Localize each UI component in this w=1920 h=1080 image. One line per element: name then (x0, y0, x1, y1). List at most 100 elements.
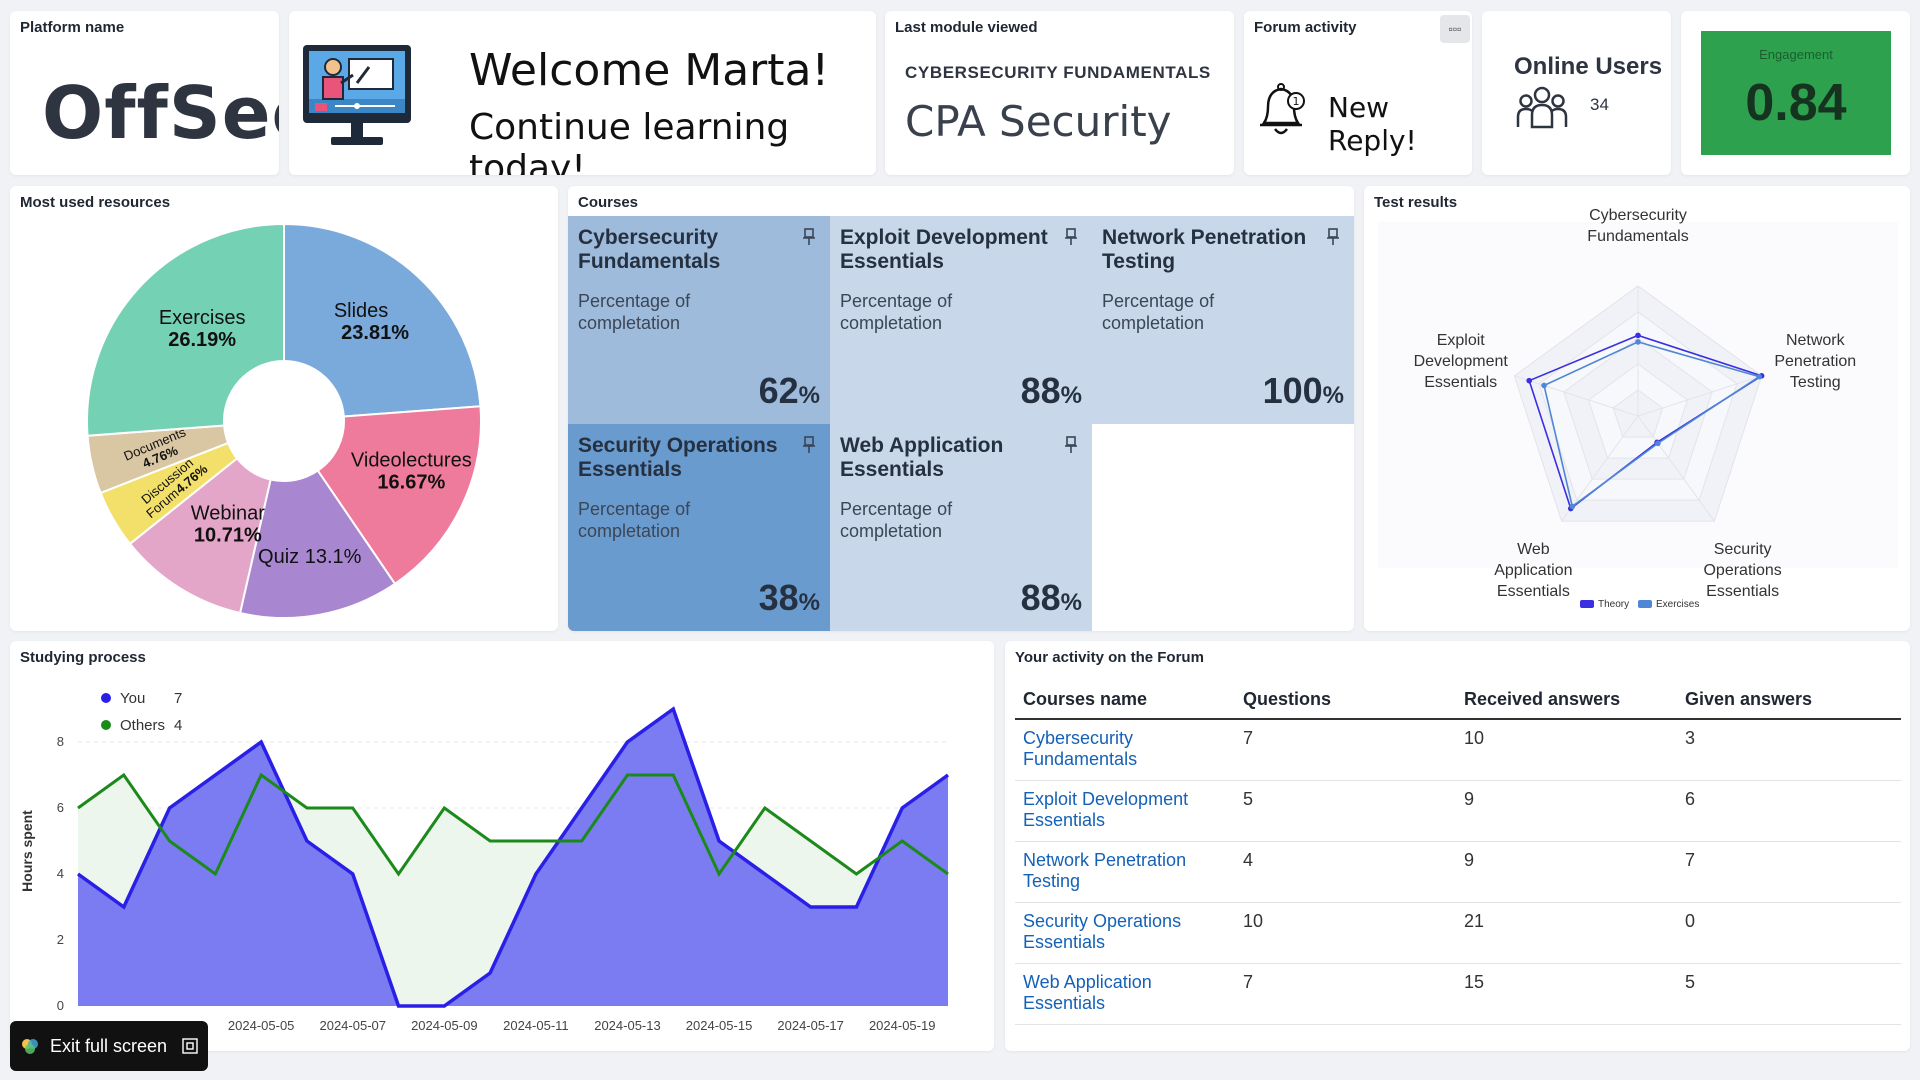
questions-cell: 5 (1235, 780, 1456, 842)
radar-point (1756, 373, 1762, 380)
last-module-title: Last module viewed (895, 19, 1038, 36)
pie-label: Exercises (159, 307, 246, 329)
studying-card: Studying process 0 2 4 6 8 Hours spent 2024-05… (10, 641, 994, 1051)
pie-value-label: 16.67% (377, 472, 445, 494)
pie-label: Quiz 13.1% (258, 546, 362, 568)
course-tile-percentage: 100% (1262, 370, 1344, 411)
header-courses-name[interactable]: Courses name (1015, 681, 1235, 720)
course-tile-percentage: 38% (758, 577, 820, 618)
engagement-card: Engagement 0.84 (1681, 11, 1910, 175)
y-tick-label: 0 (57, 998, 64, 1013)
radar-point (1635, 332, 1641, 339)
course-tile[interactable]: Security Operations Essentials Percentage… (568, 424, 830, 631)
welcome-card: Welcome Marta! Continue learning today! (289, 11, 876, 175)
x-tick-label: 2024-05-07 (319, 1018, 386, 1033)
legend-marker (101, 720, 111, 730)
header-given-answers[interactable]: Given answers (1677, 681, 1901, 720)
questions-cell: 4 (1235, 841, 1456, 903)
course-tile-subtitle: Percentage of completation (840, 291, 953, 333)
radar-axis-label: Operations (1703, 562, 1781, 579)
radar-axis-label: Development (1414, 353, 1509, 370)
course-tile[interactable]: Network Penetration Testing Percentage of… (1092, 216, 1354, 424)
course-tile-percentage: 62% (758, 370, 820, 411)
legend-label: Theory (1598, 599, 1629, 610)
table-row: Security Operations Essentials 10 21 0 (1015, 902, 1901, 964)
more-icon[interactable]: ▫▫▫ (1440, 15, 1470, 43)
radar-axis-label: Exploit (1437, 332, 1486, 349)
radar-point (1541, 382, 1547, 389)
pie-label: Webinar (191, 502, 265, 524)
exit-fullscreen-icon (182, 1038, 198, 1054)
radar-axis-label: Essentials (1706, 583, 1779, 600)
courses-title: Courses (578, 194, 639, 211)
x-tick-label: 2024-05-11 (503, 1018, 569, 1033)
received-cell: 10 (1456, 719, 1677, 781)
studying-area-chart: 02468Hours spent2024-05-012024-05-032024… (19, 690, 950, 1033)
forum-activity-table: Courses name Questions Received answers … (1015, 681, 1901, 1025)
online-users-title: Online Users (1514, 53, 1663, 80)
radar-point (1526, 377, 1532, 384)
forum-activity-card: Forum activity ▫▫▫ 1 New Reply! (1244, 11, 1472, 175)
legend-value: 7 (174, 690, 182, 707)
course-tile[interactable]: Exploit Development Essentials Percentage… (830, 216, 1092, 424)
course-tile-name: Web Application Essentials (840, 434, 1004, 481)
exit-fullscreen-button[interactable]: Exit full screen (10, 1021, 208, 1071)
header-received-answers[interactable]: Received answers (1456, 681, 1677, 720)
online-users-count: 34 (1590, 95, 1609, 114)
x-tick-label: 2024-05-19 (869, 1018, 936, 1033)
radar-point (1635, 339, 1641, 345)
y-tick-label: 4 (57, 866, 64, 881)
engagement-box: Engagement 0.84 (1701, 31, 1891, 155)
course-link[interactable]: Exploit Development Essentials (1015, 780, 1235, 842)
pin-icon[interactable] (1064, 228, 1078, 246)
given-cell: 6 (1677, 780, 1901, 842)
questions-cell: 10 (1235, 902, 1456, 964)
last-module-name: CYBERSECURITY FUNDAMENTALS (905, 63, 1211, 82)
header-questions[interactable]: Questions (1235, 681, 1456, 720)
questions-cell: 7 (1235, 963, 1456, 1025)
legend-marker (101, 693, 111, 703)
course-link[interactable]: Web Application Essentials (1015, 963, 1235, 1025)
radar-axis-label: Fundamentals (1587, 228, 1688, 245)
exit-fullscreen-label: Exit full screen (50, 1036, 168, 1056)
radar-axis-label: Web (1517, 541, 1550, 558)
course-link[interactable]: Network Penetration Testing (1015, 841, 1235, 903)
received-cell: 15 (1456, 963, 1677, 1025)
pie-value-label: 23.81% (341, 322, 409, 344)
course-tile-percentage: 88% (1020, 577, 1082, 618)
pin-icon[interactable] (1326, 228, 1340, 246)
course-tile-percentage: 88% (1020, 370, 1082, 411)
x-tick-label: 2024-05-17 (777, 1018, 844, 1033)
platform-card: Platform name OffSec (10, 11, 279, 175)
course-tile-subtitle: Percentage of completation (578, 291, 691, 333)
course-link[interactable]: Security Operations Essentials (1015, 902, 1235, 964)
table-row: Cybersecurity Fundamentals 7 10 3 (1015, 719, 1901, 781)
bell-icon: 1 (1260, 83, 1305, 135)
radar-point (1569, 503, 1576, 510)
online-users-card: Online Users 34 (1482, 11, 1671, 175)
radar-axis-label: Testing (1790, 374, 1841, 391)
last-module-provider: CPA Security (905, 97, 1172, 146)
x-tick-label: 2024-05-13 (594, 1018, 661, 1033)
course-tile-subtitle: Percentage of completation (840, 499, 953, 541)
course-tile[interactable]: Cybersecurity Fundamentals Percentage of … (568, 216, 830, 424)
received-cell: 21 (1456, 902, 1677, 964)
forum-table-card: Your activity on the Forum Courses name … (1005, 641, 1910, 1051)
radar-axis-label: Penetration (1774, 353, 1856, 370)
last-module-card[interactable]: Last module viewed CYBERSECURITY FUNDAME… (885, 11, 1234, 175)
course-tile[interactable]: Web Application Essentials Percentage of … (830, 424, 1092, 631)
pie-label: Videolectures (351, 450, 472, 472)
pin-icon[interactable] (802, 436, 816, 454)
radar-axis-label: Cybersecurity (1589, 207, 1687, 224)
table-header-row: Courses name Questions Received answers … (1015, 681, 1901, 720)
platform-card-title: Platform name (20, 19, 125, 36)
radar-axis-label: Essentials (1497, 583, 1570, 600)
questions-cell: 7 (1235, 719, 1456, 781)
app-logo-icon (22, 1039, 38, 1054)
table-row: Web Application Essentials 7 15 5 (1015, 963, 1901, 1025)
course-tile-name: Network Penetration Testing (1102, 226, 1307, 273)
course-tile-subtitle: Percentage of completation (1102, 291, 1215, 333)
pin-icon[interactable] (1064, 436, 1078, 454)
pin-icon[interactable] (802, 228, 816, 246)
course-link[interactable]: Cybersecurity Fundamentals (1015, 719, 1235, 781)
